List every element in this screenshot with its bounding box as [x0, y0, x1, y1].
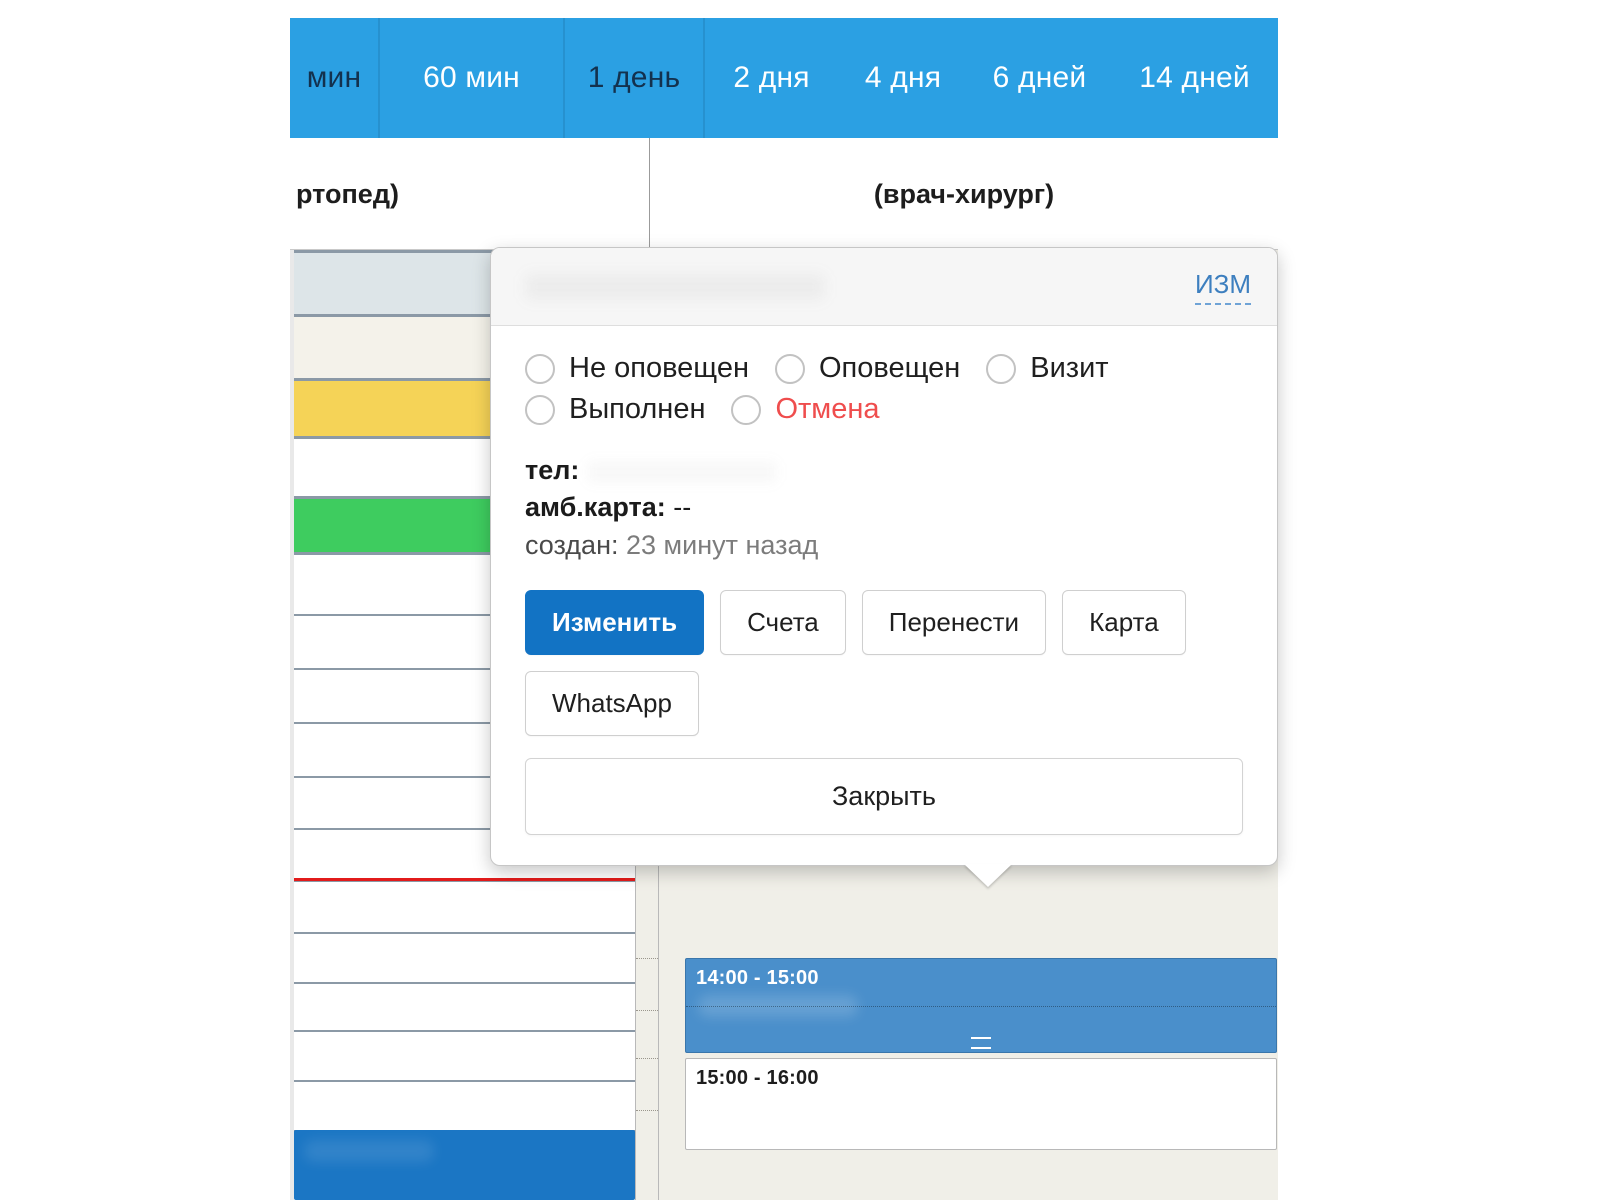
action-button-0[interactable]: Изменить: [525, 589, 705, 655]
action-button-3[interactable]: Карта: [1062, 589, 1186, 655]
period-option-3[interactable]: 2 дня: [705, 18, 838, 138]
popup-header: ИЗМ: [491, 248, 1277, 326]
time-slot-left[interactable]: [294, 982, 635, 1030]
action-button-2[interactable]: Перенести: [861, 589, 1047, 655]
close-button[interactable]: Закрыть: [525, 757, 1243, 835]
appointment-popup: ИЗМ Не оповещен Оповещен Визит Выполнен Отм…: [490, 247, 1278, 887]
period-option-label: 14 дней: [1139, 61, 1250, 94]
info-card-label: амб.карта:: [525, 492, 666, 523]
status-radio-row-2: Выполнен Отмена: [525, 393, 1243, 426]
status-radio-1[interactable]: Оповещен: [774, 352, 961, 385]
radio-circle-icon[interactable]: [525, 394, 555, 425]
status-radio-4[interactable]: Отмена: [731, 393, 880, 426]
radio-circle-icon[interactable]: [986, 353, 1017, 384]
period-option-4[interactable]: 4 дня: [838, 18, 968, 138]
popup-action-buttons: Изменить Счета Перенести Карта WhatsApp: [525, 589, 1205, 736]
doctor-label-left: ртопед): [296, 178, 399, 209]
period-option-2[interactable]: 1 день: [565, 18, 705, 138]
appointment-info: тел: амб.карта: -- создан: 23 минут наза…: [525, 452, 1243, 564]
period-selector-bar: мин 60 мин 1 день 2 дня 4 дня 6 дней 14 дней: [290, 18, 1278, 138]
info-card-value: --: [673, 492, 692, 523]
patient-name-redacted: [525, 273, 825, 300]
doctor-column-header-right[interactable]: (врач-хирург): [650, 138, 1278, 250]
doctor-header-row: ртопед) (врач-хирург): [290, 138, 1278, 250]
period-option-label: 6 дней: [992, 61, 1087, 94]
half-hour-divider: [686, 1005, 1276, 1007]
phone-value-redacted: [586, 460, 777, 483]
appointment-time: 15:00 - 16:00: [696, 1067, 819, 1089]
info-created-label: создан:: [525, 529, 619, 560]
appointment-block-left[interactable]: [294, 1130, 635, 1200]
period-option-6[interactable]: 14 дней: [1111, 18, 1278, 138]
period-option-label: 60 мин: [423, 61, 520, 94]
status-radio-label: Оповещен: [818, 352, 961, 384]
gutter-divider: [636, 958, 658, 959]
time-slot-left[interactable]: [294, 1030, 635, 1080]
popup-pointer-arrow: [964, 863, 1012, 887]
info-card-row: амб.карта: --: [525, 489, 1243, 526]
status-radio-label: Отмена: [775, 393, 880, 425]
status-radio-label: Визит: [1030, 352, 1109, 384]
current-time-line: [294, 878, 635, 881]
doctor-label-right: (врач-хирург): [873, 178, 1055, 209]
popup-close-wrap: Закрыть: [525, 757, 1243, 835]
period-option-0[interactable]: мин: [290, 18, 380, 138]
info-phone-label: тел:: [525, 455, 580, 485]
gutter-divider: [636, 1058, 658, 1059]
edit-link[interactable]: ИЗМ: [1194, 269, 1251, 305]
status-radio-row-1: Не оповещен Оповещен Визит: [525, 352, 1243, 385]
status-radio-0[interactable]: Не оповещен: [525, 352, 749, 385]
time-slot-left[interactable]: [294, 880, 635, 932]
doctor-column-header-left[interactable]: ртопед): [290, 138, 650, 250]
gutter-divider: [636, 1010, 658, 1011]
period-option-5[interactable]: 6 дней: [968, 18, 1111, 138]
radio-circle-icon[interactable]: [774, 353, 805, 384]
popup-body: Не оповещен Оповещен Визит Выполнен Отмена …: [491, 326, 1277, 865]
appointment-time: 14:00 - 15:00: [696, 967, 819, 989]
period-option-1[interactable]: 60 мин: [380, 18, 565, 138]
period-option-label: 1 день: [587, 61, 681, 94]
status-radio-label: Не оповещен: [569, 352, 749, 384]
radio-circle-icon[interactable]: [731, 394, 762, 425]
status-radio-3[interactable]: Выполнен: [525, 393, 705, 426]
info-phone-row: тел:: [525, 452, 1243, 489]
period-option-label: 4 дня: [864, 61, 942, 94]
appointment-block[interactable]: 14:00 - 15:00: [685, 958, 1277, 1053]
status-radio-label: Выполнен: [569, 393, 706, 425]
time-slot-left[interactable]: [294, 932, 635, 982]
period-option-label: мин: [306, 61, 362, 94]
info-created-value: 23 минут назад: [626, 529, 819, 560]
action-button-4[interactable]: WhatsApp: [525, 670, 699, 736]
period-option-label: 2 дня: [733, 61, 810, 94]
info-created-row: создан: 23 минут назад: [525, 527, 1243, 564]
action-button-1[interactable]: Счета: [720, 589, 846, 655]
patient-name-redacted: [304, 1140, 434, 1162]
status-radio-2[interactable]: Визит: [986, 352, 1109, 385]
radio-circle-icon[interactable]: [525, 353, 555, 384]
app-root: мин 60 мин 1 день 2 дня 4 дня 6 дней 14 дней р…: [0, 0, 1600, 1200]
appointment-block[interactable]: 15:00 - 16:00: [685, 1058, 1277, 1150]
resize-handle-icon[interactable]: [971, 1037, 991, 1049]
gutter-divider: [636, 1110, 658, 1111]
time-slot-left[interactable]: [294, 1080, 635, 1130]
